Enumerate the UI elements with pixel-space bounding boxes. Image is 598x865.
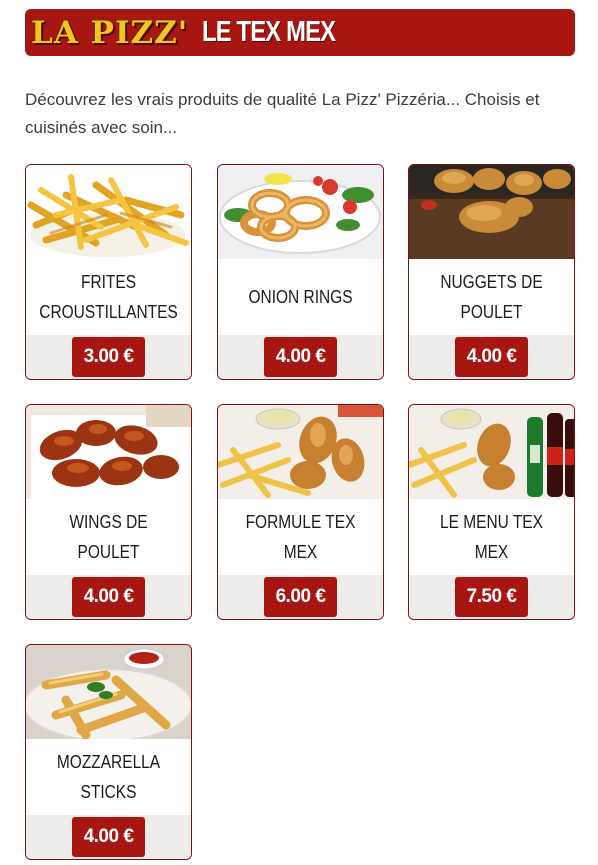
price-bar: 4.00 € <box>218 335 383 379</box>
fries-photo <box>26 165 191 259</box>
price-badge[interactable]: 4.00 € <box>454 337 529 377</box>
price-bar: 4.00 € <box>409 335 574 379</box>
onion-rings-photo <box>218 165 383 259</box>
product-name: FORMULE TEX MEX <box>245 512 356 562</box>
product-name: MOZZARELLA STICKS <box>56 752 161 802</box>
product-card[interactable]: MOZZARELLA STICKS 4.00 € <box>25 644 192 860</box>
chicken-nuggets-photo <box>409 165 574 259</box>
price-badge[interactable]: 4.00 € <box>71 577 146 617</box>
product-card[interactable]: WINGS DE POULET 4.00 € <box>25 404 192 620</box>
price-bar: 6.00 € <box>218 575 383 619</box>
product-name: WINGS DE POULET <box>69 512 148 562</box>
product-card[interactable]: FRITES CROUSTILLANTES 3.00 € <box>25 164 192 380</box>
page-title: LE TEX MEX <box>202 16 336 48</box>
price-badge[interactable]: 7.50 € <box>454 577 529 617</box>
page-header: LA PIZZ' LE TEX MEX <box>25 9 575 56</box>
product-name: NUGGETS DE POULET <box>440 272 543 322</box>
chicken-wings-photo <box>26 405 191 499</box>
product-card[interactable]: NUGGETS DE POULET 4.00 € <box>408 164 575 380</box>
product-name: FRITES CROUSTILLANTES <box>39 272 178 322</box>
price-bar: 4.00 € <box>26 575 191 619</box>
product-name: ONION RINGS <box>248 287 353 307</box>
brand-logo[interactable]: LA PIZZ' <box>31 15 188 51</box>
tex-mex-combo-photo <box>218 405 383 499</box>
intro-text: Découvrez les vrais produits de qualité … <box>25 90 540 137</box>
price-bar: 3.00 € <box>26 335 191 379</box>
product-card[interactable]: FORMULE TEX MEX 6.00 € <box>217 404 384 620</box>
price-badge[interactable]: 6.00 € <box>263 577 338 617</box>
price-badge[interactable]: 4.00 € <box>263 337 338 377</box>
price-badge[interactable]: 4.00 € <box>71 817 146 857</box>
price-bar: 4.00 € <box>26 815 191 859</box>
product-card[interactable]: ONION RINGS 4.00 € <box>217 164 384 380</box>
price-badge[interactable]: 3.00 € <box>71 337 146 377</box>
price-bar: 7.50 € <box>409 575 574 619</box>
product-name: LE MENU TEX MEX <box>440 512 543 562</box>
product-card[interactable]: LE MENU TEX MEX 7.50 € <box>408 404 575 620</box>
tex-mex-menu-photo <box>409 405 574 499</box>
mozzarella-sticks-photo <box>26 645 191 739</box>
